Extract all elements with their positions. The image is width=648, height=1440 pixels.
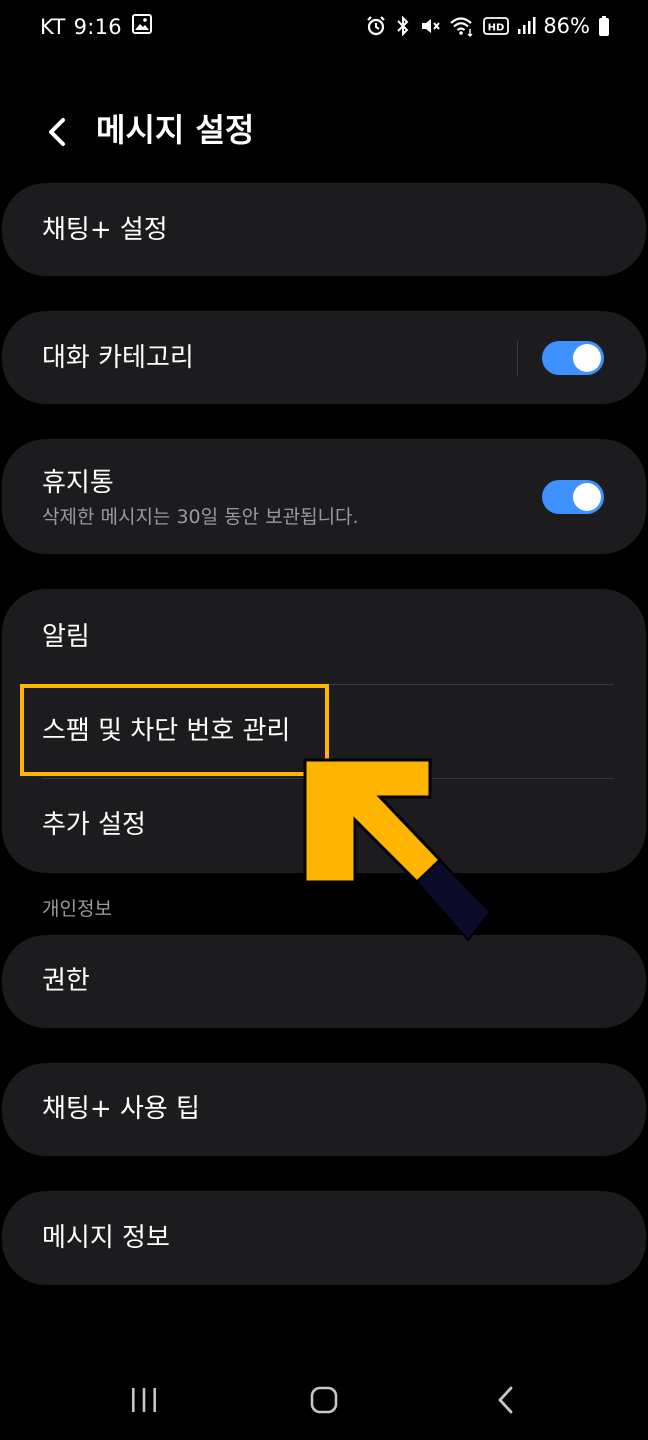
notifications-label: 알림 bbox=[42, 622, 90, 652]
about-messages-label: 메시지 정보 bbox=[42, 1223, 170, 1253]
status-left: KT 9:16 bbox=[40, 14, 152, 39]
about-messages-card: 메시지 정보 bbox=[2, 1191, 646, 1285]
chat-plus-settings-item[interactable]: 채팅+ 설정 bbox=[2, 183, 646, 276]
chat-plus-tips-card: 채팅+ 사용 팁 bbox=[2, 1063, 646, 1156]
back-button[interactable] bbox=[32, 108, 80, 156]
clock: 9:16 bbox=[73, 14, 122, 39]
conversation-categories-card: 대화 카테고리 bbox=[2, 311, 646, 404]
signal-icon bbox=[517, 16, 537, 36]
trash-toggle[interactable] bbox=[542, 480, 604, 514]
chat-plus-settings-card: 채팅+ 설정 bbox=[2, 183, 646, 276]
permissions-item[interactable]: 권한 bbox=[2, 935, 646, 1028]
home-icon bbox=[310, 1386, 338, 1414]
status-bar: KT 9:16 HD 86% bbox=[0, 0, 648, 58]
battery-icon bbox=[598, 15, 610, 37]
battery-percent: 86% bbox=[543, 14, 590, 38]
home-button[interactable] bbox=[300, 1378, 348, 1422]
chat-plus-tips-item[interactable]: 채팅+ 사용 팁 bbox=[2, 1063, 646, 1156]
toggle-knob bbox=[573, 344, 601, 372]
hd-icon: HD bbox=[483, 16, 510, 36]
wifi-icon bbox=[449, 15, 475, 37]
about-messages-item[interactable]: 메시지 정보 bbox=[2, 1191, 646, 1285]
carrier-label: KT bbox=[40, 14, 66, 39]
notifications-item[interactable]: 알림 bbox=[2, 589, 646, 684]
highlight-box bbox=[20, 684, 329, 776]
permissions-label: 권한 bbox=[42, 966, 90, 996]
app-header: 메시지 설정 bbox=[0, 96, 648, 166]
alarm-icon bbox=[365, 15, 387, 37]
conversation-categories-toggle[interactable] bbox=[542, 341, 604, 375]
back-icon bbox=[498, 1386, 513, 1414]
trash-card: 휴지통 삭제한 메시지는 30일 동안 보관됩니다. bbox=[2, 439, 646, 554]
svg-text:HD: HD bbox=[488, 23, 505, 34]
toggle-knob bbox=[573, 483, 601, 511]
navigation-bar bbox=[0, 1360, 648, 1440]
chat-plus-tips-label: 채팅+ 사용 팁 bbox=[42, 1094, 200, 1124]
chevron-left-icon bbox=[49, 118, 65, 146]
bluetooth-icon bbox=[395, 15, 411, 37]
page-title: 메시지 설정 bbox=[96, 111, 255, 149]
recents-icon bbox=[132, 1388, 156, 1412]
back-nav-button[interactable] bbox=[482, 1378, 530, 1422]
more-settings-item[interactable]: 추가 설정 bbox=[2, 778, 646, 873]
permissions-card: 권한 bbox=[2, 935, 646, 1028]
more-settings-label: 추가 설정 bbox=[42, 810, 146, 840]
trash-item[interactable]: 휴지통 삭제한 메시지는 30일 동안 보관됩니다. bbox=[2, 439, 646, 554]
gallery-icon bbox=[131, 14, 152, 39]
toggle-separator bbox=[517, 340, 518, 376]
recents-button[interactable] bbox=[120, 1378, 168, 1422]
mute-icon bbox=[419, 15, 441, 37]
status-right: HD 86% bbox=[357, 14, 610, 38]
conversation-categories-item[interactable]: 대화 카테고리 bbox=[2, 311, 646, 404]
privacy-section-header: 개인정보 bbox=[42, 898, 112, 920]
chat-plus-settings-label: 채팅+ 설정 bbox=[42, 215, 168, 245]
